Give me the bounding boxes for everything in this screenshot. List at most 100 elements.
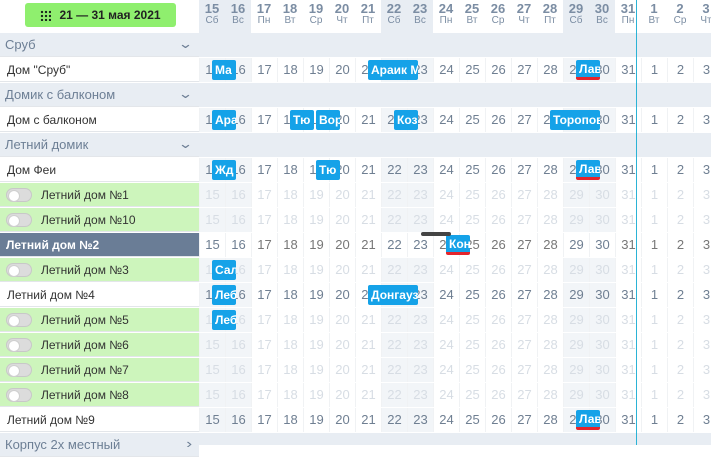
chevron-right-icon[interactable]: ›: [186, 436, 192, 451]
day-cell[interactable]: 20: [329, 58, 355, 82]
day-cell[interactable]: 25: [459, 208, 485, 232]
day-cell[interactable]: 1: [641, 183, 667, 207]
day-cell[interactable]: 1: [641, 58, 667, 82]
day-cell[interactable]: 16: [225, 233, 251, 257]
day-cell[interactable]: 22: [381, 233, 407, 257]
day-cell[interactable]: 15: [199, 358, 225, 382]
booking-block[interactable]: Вор: [316, 110, 340, 130]
day-cell[interactable]: 22: [381, 158, 407, 182]
day-cell[interactable]: 1: [641, 208, 667, 232]
day-cell[interactable]: 18: [277, 233, 303, 257]
day-cell[interactable]: 31: [615, 233, 641, 257]
day-cell[interactable]: 28: [537, 233, 563, 257]
day-cell[interactable]: 20: [329, 383, 355, 407]
booking-block[interactable]: Лав: [576, 160, 600, 180]
day-cell[interactable]: 31: [615, 58, 641, 82]
day-cell[interactable]: 31: [615, 408, 641, 432]
day-cell[interactable]: 25: [459, 108, 485, 132]
day-cell[interactable]: 20: [329, 283, 355, 307]
day-cell[interactable]: 31: [615, 183, 641, 207]
day-cell[interactable]: 27: [511, 383, 537, 407]
day-cell[interactable]: 2: [667, 308, 693, 332]
day-cell[interactable]: 31: [615, 208, 641, 232]
day-cell[interactable]: 22: [381, 383, 407, 407]
day-cell[interactable]: 27: [511, 333, 537, 357]
day-cell[interactable]: 20: [329, 183, 355, 207]
room-row[interactable]: Летний дом №6: [0, 333, 199, 357]
day-cell[interactable]: 25: [459, 308, 485, 332]
day-cell[interactable]: 3: [693, 58, 711, 82]
day-cell[interactable]: 19: [303, 233, 329, 257]
day-cell[interactable]: 3: [693, 408, 711, 432]
day-cell[interactable]: 26: [485, 308, 511, 332]
day-cell[interactable]: 31: [615, 308, 641, 332]
booking-block[interactable]: Торопов: [550, 110, 600, 130]
day-cell[interactable]: 28: [537, 58, 563, 82]
day-cell[interactable]: 2: [667, 333, 693, 357]
day-cell[interactable]: 2: [667, 408, 693, 432]
chevron-down-icon[interactable]: ⌄: [178, 136, 193, 152]
day-cell[interactable]: 31: [615, 383, 641, 407]
day-cell[interactable]: 2: [667, 383, 693, 407]
day-cell[interactable]: 27: [511, 108, 537, 132]
day-cell[interactable]: 29: [563, 283, 589, 307]
day-cell[interactable]: 1: [641, 158, 667, 182]
room-row[interactable]: Летний дом №5: [0, 308, 199, 332]
day-cell[interactable]: 25: [459, 333, 485, 357]
day-cell[interactable]: 17: [251, 258, 277, 282]
day-cell[interactable]: 29: [563, 208, 589, 232]
day-cell[interactable]: 26: [485, 258, 511, 282]
day-cell[interactable]: 20: [329, 208, 355, 232]
booking-block[interactable]: Сал: [212, 260, 236, 280]
day-cell[interactable]: 24: [433, 208, 459, 232]
day-cell[interactable]: 25: [459, 358, 485, 382]
day-cell[interactable]: 21: [355, 158, 381, 182]
day-cell[interactable]: 16: [225, 208, 251, 232]
day-cell[interactable]: 3: [693, 158, 711, 182]
day-cell[interactable]: 21: [355, 408, 381, 432]
room-row[interactable]: Летний дом №1: [0, 183, 199, 207]
room-group[interactable]: Летний домик ⌄: [0, 133, 199, 157]
booking-block[interactable]: Жд: [212, 160, 236, 180]
day-cell[interactable]: 1: [641, 283, 667, 307]
room-row[interactable]: Летний дом №7: [0, 358, 199, 382]
day-cell[interactable]: 18: [277, 383, 303, 407]
day-cell[interactable]: 30: [589, 308, 615, 332]
day-cell[interactable]: 27: [511, 308, 537, 332]
room-row[interactable]: Летний дом №4: [0, 283, 199, 307]
day-cell[interactable]: 28: [537, 208, 563, 232]
day-cell[interactable]: 18: [277, 258, 303, 282]
day-cell[interactable]: 18: [277, 58, 303, 82]
day-cell[interactable]: 21: [355, 308, 381, 332]
booking-block[interactable]: Кон: [446, 235, 470, 255]
day-cell[interactable]: 2: [667, 108, 693, 132]
day-cell[interactable]: 17: [251, 408, 277, 432]
day-cell[interactable]: 18: [277, 158, 303, 182]
day-cell[interactable]: 23: [407, 358, 433, 382]
day-cell[interactable]: 28: [537, 383, 563, 407]
day-cell[interactable]: 23: [407, 383, 433, 407]
day-cell[interactable]: 17: [251, 383, 277, 407]
day-cell[interactable]: 29: [563, 383, 589, 407]
day-cell[interactable]: 29: [563, 233, 589, 257]
room-row[interactable]: Летний дом №3: [0, 258, 199, 282]
availability-toggle[interactable]: [6, 187, 32, 202]
day-cell[interactable]: 18: [277, 308, 303, 332]
day-cell[interactable]: 2: [667, 208, 693, 232]
day-cell[interactable]: 1: [641, 308, 667, 332]
day-cell[interactable]: 20: [329, 408, 355, 432]
day-cell[interactable]: 20: [329, 308, 355, 332]
day-cell[interactable]: 18: [277, 358, 303, 382]
day-cell[interactable]: 21: [355, 183, 381, 207]
day-cell[interactable]: 24: [433, 258, 459, 282]
day-cell[interactable]: 26: [485, 383, 511, 407]
day-cell[interactable]: 28: [537, 333, 563, 357]
day-cell[interactable]: 1: [641, 108, 667, 132]
day-cell[interactable]: 26: [485, 333, 511, 357]
day-cell[interactable]: 3: [693, 333, 711, 357]
day-cell[interactable]: 27: [511, 58, 537, 82]
day-cell[interactable]: 26: [485, 408, 511, 432]
drag-handle[interactable]: [421, 232, 451, 236]
day-cell[interactable]: 27: [511, 183, 537, 207]
room-row[interactable]: Летний дом №2: [0, 233, 199, 257]
